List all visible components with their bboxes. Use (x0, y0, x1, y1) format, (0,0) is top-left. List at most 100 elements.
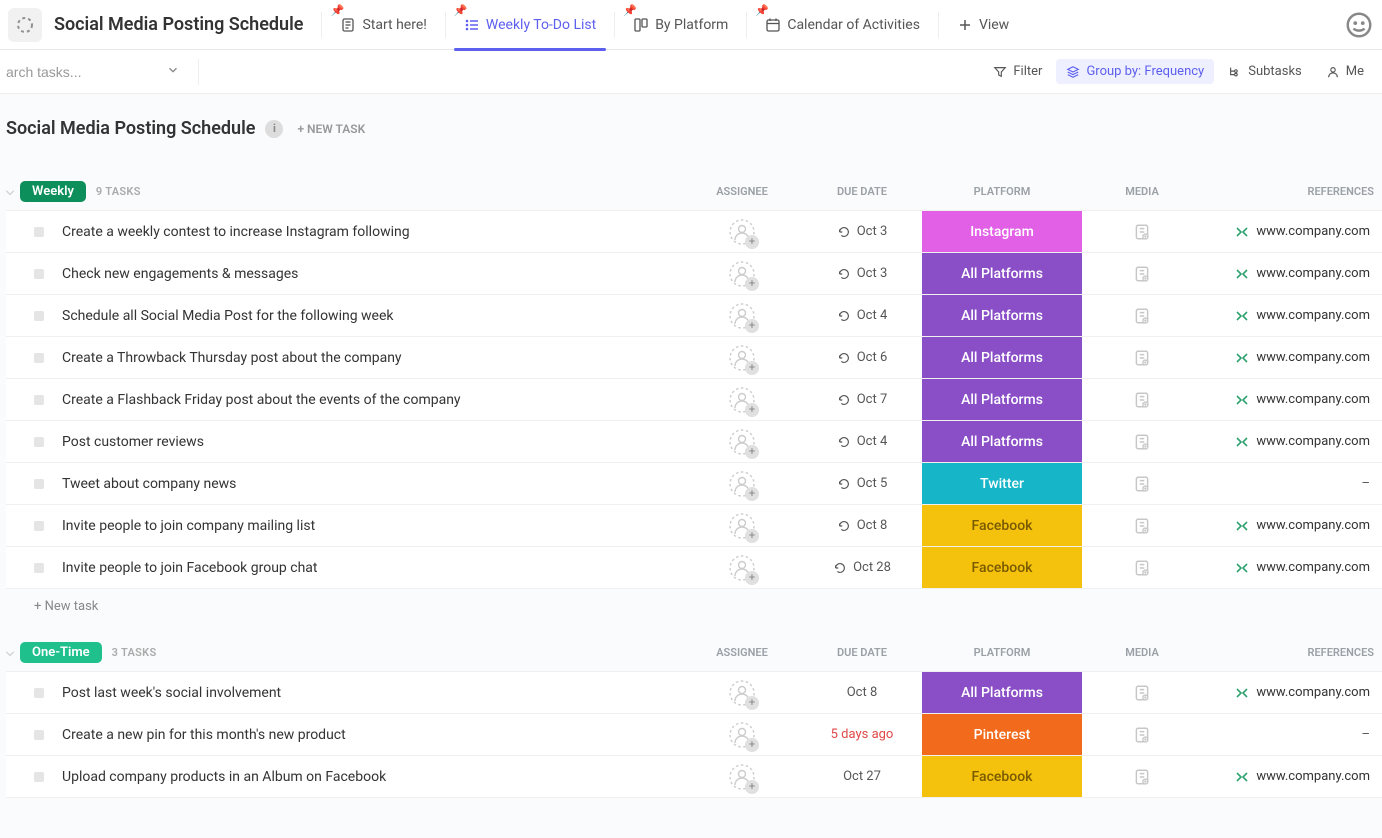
col-references[interactable]: REFERENCES (1202, 646, 1382, 659)
me-mode-button[interactable]: Me (1316, 59, 1374, 84)
media-cell[interactable] (1082, 517, 1202, 535)
task-row[interactable]: Invite people to join Facebook group cha… (6, 547, 1382, 589)
task-name[interactable]: Invite people to join company mailing li… (62, 518, 315, 534)
col-due[interactable]: DUE DATE (802, 646, 922, 659)
platform-chip[interactable]: All Platforms (922, 337, 1082, 378)
tab-calendar-of-activities[interactable]: 📌Calendar of Activities (747, 0, 938, 50)
assignee-avatar[interactable] (728, 428, 756, 456)
status-checkbox[interactable] (34, 437, 44, 447)
search-dropdown-icon[interactable] (148, 63, 198, 81)
task-name[interactable]: Create a weekly contest to increase Inst… (62, 224, 410, 240)
task-name[interactable]: Create a Flashback Friday post about the… (62, 392, 461, 408)
workspace-icon[interactable] (8, 8, 42, 42)
platform-chip[interactable]: All Platforms (922, 421, 1082, 462)
media-cell[interactable] (1082, 475, 1202, 493)
due-date-cell[interactable]: Oct 4 (802, 434, 922, 449)
task-row[interactable]: Post last week's social involvement Oct … (6, 672, 1382, 714)
reference-cell[interactable]: www.company.com (1202, 560, 1382, 576)
platform-chip[interactable]: Instagram (922, 211, 1082, 252)
status-checkbox[interactable] (34, 688, 44, 698)
media-cell[interactable] (1082, 391, 1202, 409)
automations-icon[interactable] (1344, 10, 1374, 40)
col-media[interactable]: MEDIA (1082, 646, 1202, 659)
reference-cell[interactable]: www.company.com (1202, 434, 1382, 450)
reference-cell[interactable]: www.company.com (1202, 224, 1382, 240)
due-date-cell[interactable]: Oct 8 (802, 518, 922, 533)
add-view-button[interactable]: View (939, 0, 1027, 50)
platform-chip[interactable]: Pinterest (922, 714, 1082, 755)
filter-button[interactable]: Filter (983, 59, 1052, 84)
subtasks-button[interactable]: Subtasks (1218, 59, 1312, 84)
media-cell[interactable] (1082, 265, 1202, 283)
col-platform[interactable]: PLATFORM (922, 185, 1082, 198)
group-badge[interactable]: Weekly (20, 181, 86, 202)
col-references[interactable]: REFERENCES (1202, 185, 1382, 198)
reference-cell[interactable]: www.company.com (1202, 685, 1382, 701)
collapse-icon[interactable] (2, 646, 18, 662)
collapse-icon[interactable] (2, 185, 18, 201)
platform-chip[interactable]: Facebook (922, 547, 1082, 588)
status-checkbox[interactable] (34, 353, 44, 363)
platform-chip[interactable]: All Platforms (922, 295, 1082, 336)
task-name[interactable]: Create a Throwback Thursday post about t… (62, 350, 402, 366)
due-date-cell[interactable]: 5 days ago (802, 727, 922, 742)
task-row[interactable]: Create a Flashback Friday post about the… (6, 379, 1382, 421)
due-date-cell[interactable]: Oct 5 (802, 476, 922, 491)
new-task-button[interactable]: + NEW TASK (297, 122, 365, 136)
platform-chip[interactable]: All Platforms (922, 379, 1082, 420)
platform-chip[interactable]: Facebook (922, 756, 1082, 797)
assignee-avatar[interactable] (728, 386, 756, 414)
col-assignee[interactable]: ASSIGNEE (682, 646, 802, 659)
task-name[interactable]: Create a new pin for this month's new pr… (62, 727, 346, 743)
assignee-avatar[interactable] (728, 512, 756, 540)
due-date-cell[interactable]: Oct 28 (802, 560, 922, 575)
assignee-avatar[interactable] (728, 679, 756, 707)
assignee-avatar[interactable] (728, 260, 756, 288)
status-checkbox[interactable] (34, 311, 44, 321)
platform-chip[interactable]: All Platforms (922, 253, 1082, 294)
task-name[interactable]: Post customer reviews (62, 434, 204, 450)
col-due[interactable]: DUE DATE (802, 185, 922, 198)
media-cell[interactable] (1082, 768, 1202, 786)
reference-cell[interactable]: – (1202, 727, 1382, 742)
assignee-avatar[interactable] (728, 763, 756, 791)
reference-cell[interactable]: – (1202, 476, 1382, 491)
col-assignee[interactable]: ASSIGNEE (682, 185, 802, 198)
due-date-cell[interactable]: Oct 7 (802, 392, 922, 407)
reference-cell[interactable]: www.company.com (1202, 350, 1382, 366)
media-cell[interactable] (1082, 349, 1202, 367)
due-date-cell[interactable]: Oct 3 (802, 266, 922, 281)
reference-cell[interactable]: www.company.com (1202, 518, 1382, 534)
assignee-avatar[interactable] (728, 218, 756, 246)
col-platform[interactable]: PLATFORM (922, 646, 1082, 659)
reference-cell[interactable]: www.company.com (1202, 392, 1382, 408)
task-row[interactable]: Invite people to join company mailing li… (6, 505, 1382, 547)
status-checkbox[interactable] (34, 730, 44, 740)
task-row[interactable]: Create a new pin for this month's new pr… (6, 714, 1382, 756)
status-checkbox[interactable] (34, 772, 44, 782)
reference-cell[interactable]: www.company.com (1202, 308, 1382, 324)
status-checkbox[interactable] (34, 563, 44, 573)
status-checkbox[interactable] (34, 395, 44, 405)
task-name[interactable]: Post last week's social involvement (62, 685, 281, 701)
reference-cell[interactable]: www.company.com (1202, 769, 1382, 785)
tab-weekly-to-do-list[interactable]: 📌Weekly To-Do List (446, 0, 614, 50)
media-cell[interactable] (1082, 559, 1202, 577)
task-name[interactable]: Invite people to join Facebook group cha… (62, 560, 318, 576)
due-date-cell[interactable]: Oct 6 (802, 350, 922, 365)
task-row[interactable]: Create a Throwback Thursday post about t… (6, 337, 1382, 379)
col-media[interactable]: MEDIA (1082, 185, 1202, 198)
status-checkbox[interactable] (34, 269, 44, 279)
tab-by-platform[interactable]: 📌By Platform (615, 0, 746, 50)
status-checkbox[interactable] (34, 521, 44, 531)
status-checkbox[interactable] (34, 227, 44, 237)
info-icon[interactable]: i (265, 120, 283, 138)
platform-chip[interactable]: Twitter (922, 463, 1082, 504)
media-cell[interactable] (1082, 433, 1202, 451)
task-row[interactable]: Post customer reviews Oct 4 All Platform… (6, 421, 1382, 463)
task-row[interactable]: Check new engagements & messages Oct 3 A… (6, 253, 1382, 295)
group-badge[interactable]: One-Time (20, 642, 102, 663)
assignee-avatar[interactable] (728, 302, 756, 330)
assignee-avatar[interactable] (728, 344, 756, 372)
task-row[interactable]: Tweet about company news Oct 5 Twitter – (6, 463, 1382, 505)
